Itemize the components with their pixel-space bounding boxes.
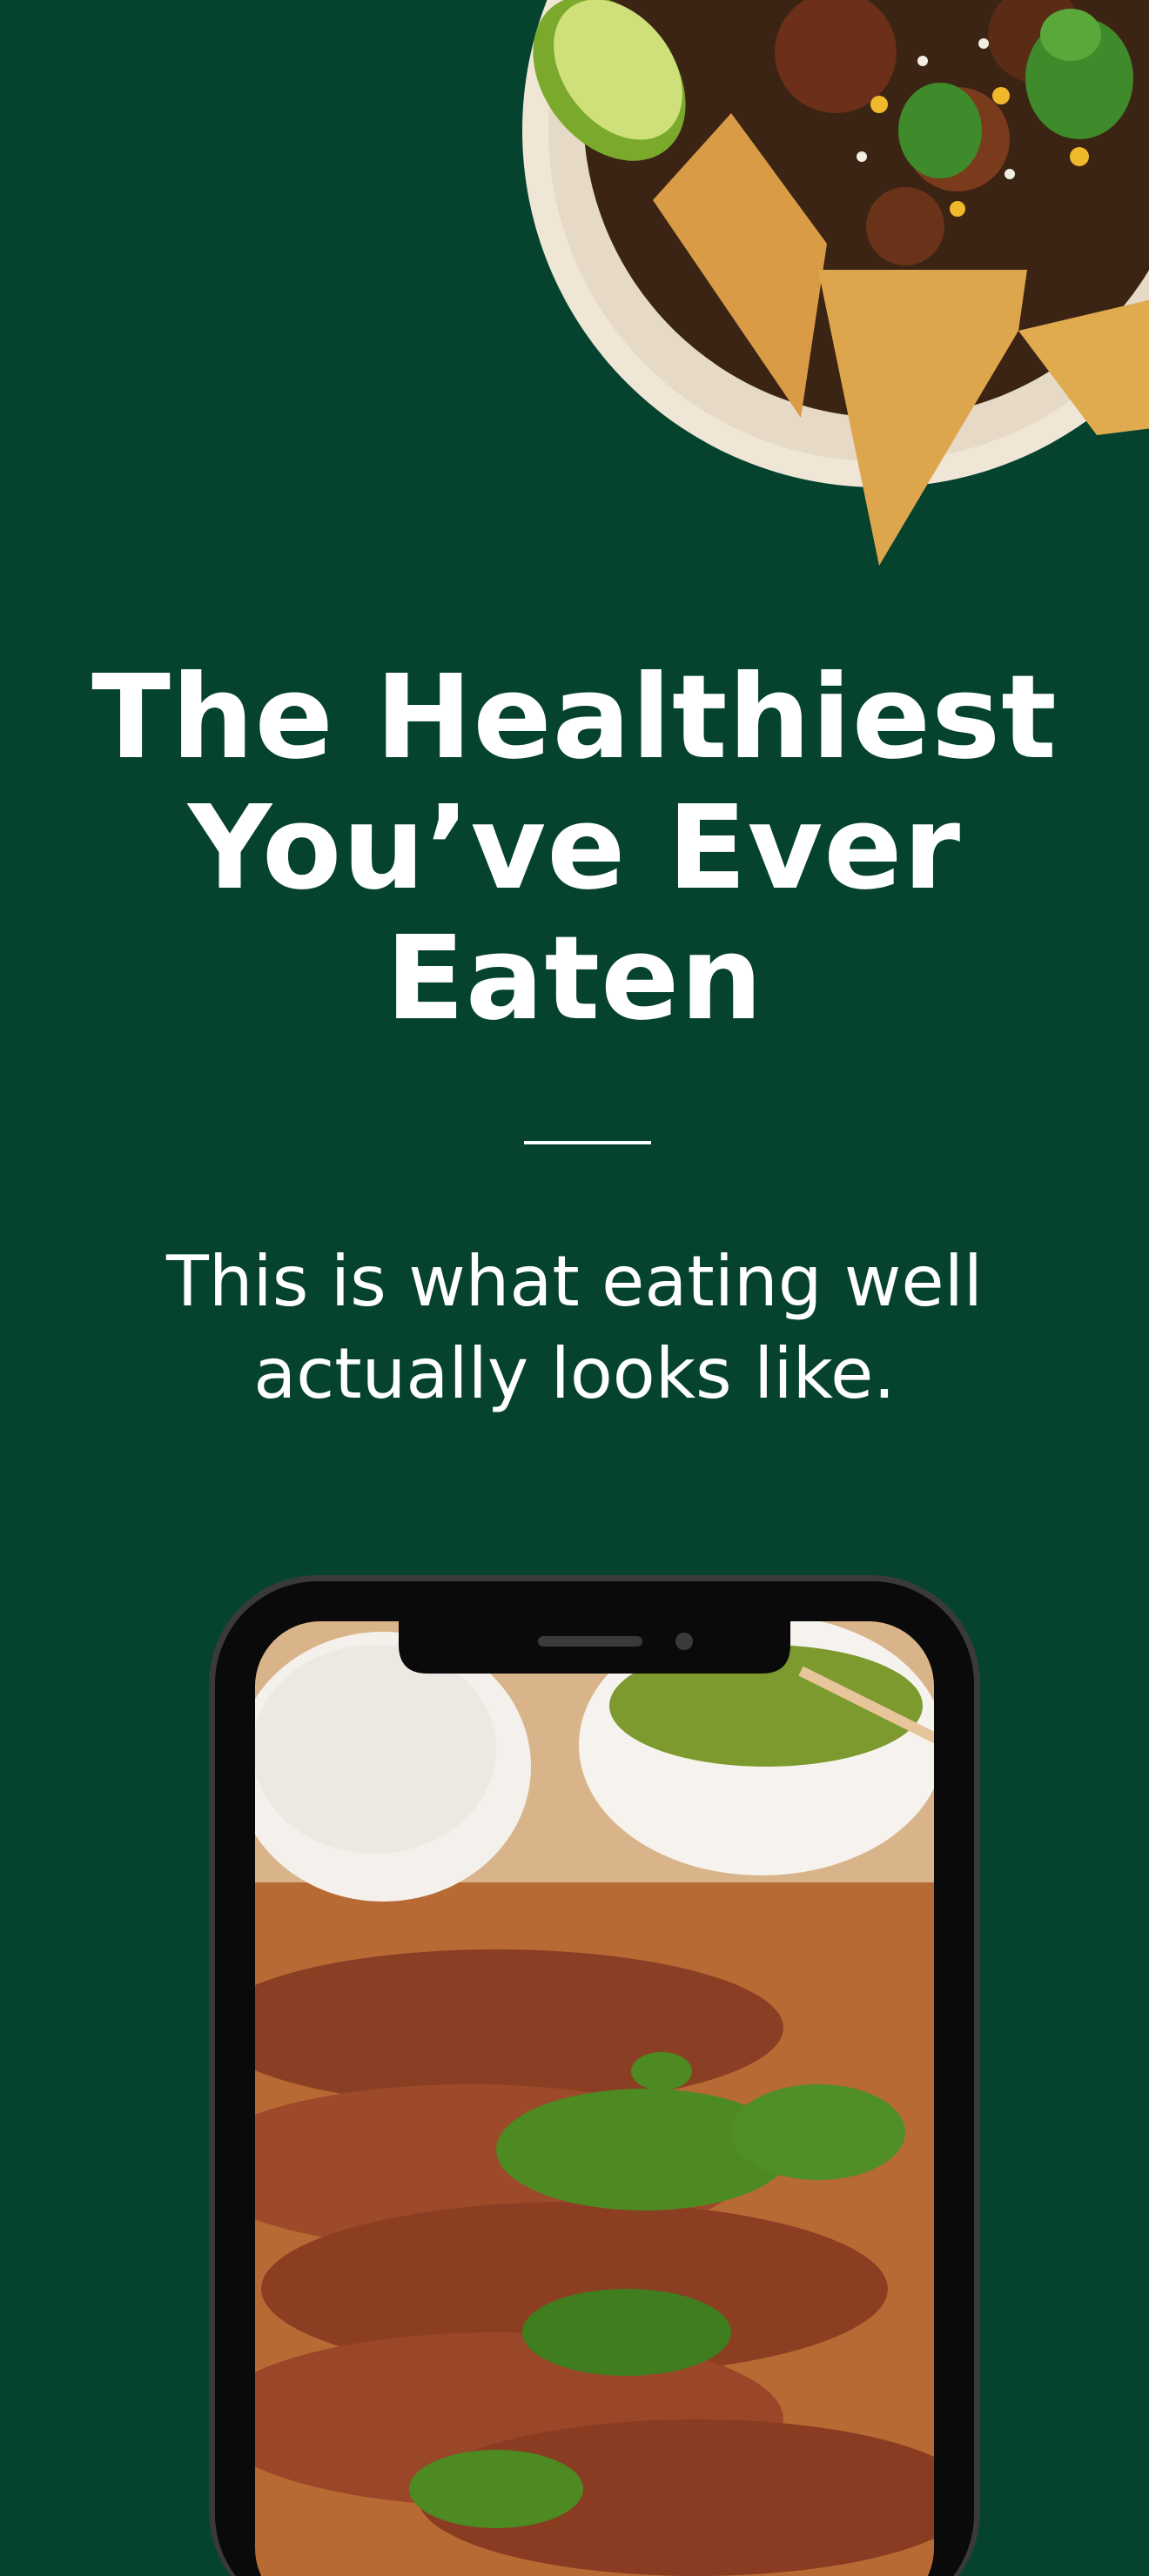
hero-headline-line: Eaten bbox=[385, 912, 764, 1046]
hero-subhead-line: actually looks like. bbox=[253, 1333, 896, 1414]
hero-dish-image bbox=[522, 0, 1149, 566]
hero-subhead-line: This is what eating well bbox=[165, 1241, 984, 1322]
hero-headline-line: The Healthiest bbox=[91, 651, 1058, 785]
phone-screen-image bbox=[255, 1621, 934, 2576]
headline-divider bbox=[524, 1141, 651, 1144]
hero-headline-line: You’ve Ever bbox=[187, 782, 962, 916]
hero-headline: The Healthiest You’ve Ever Eaten bbox=[52, 653, 1097, 1044]
hero-subhead: This is what eating well actually looks … bbox=[139, 1236, 1010, 1420]
phone-mockup bbox=[209, 1575, 980, 2576]
